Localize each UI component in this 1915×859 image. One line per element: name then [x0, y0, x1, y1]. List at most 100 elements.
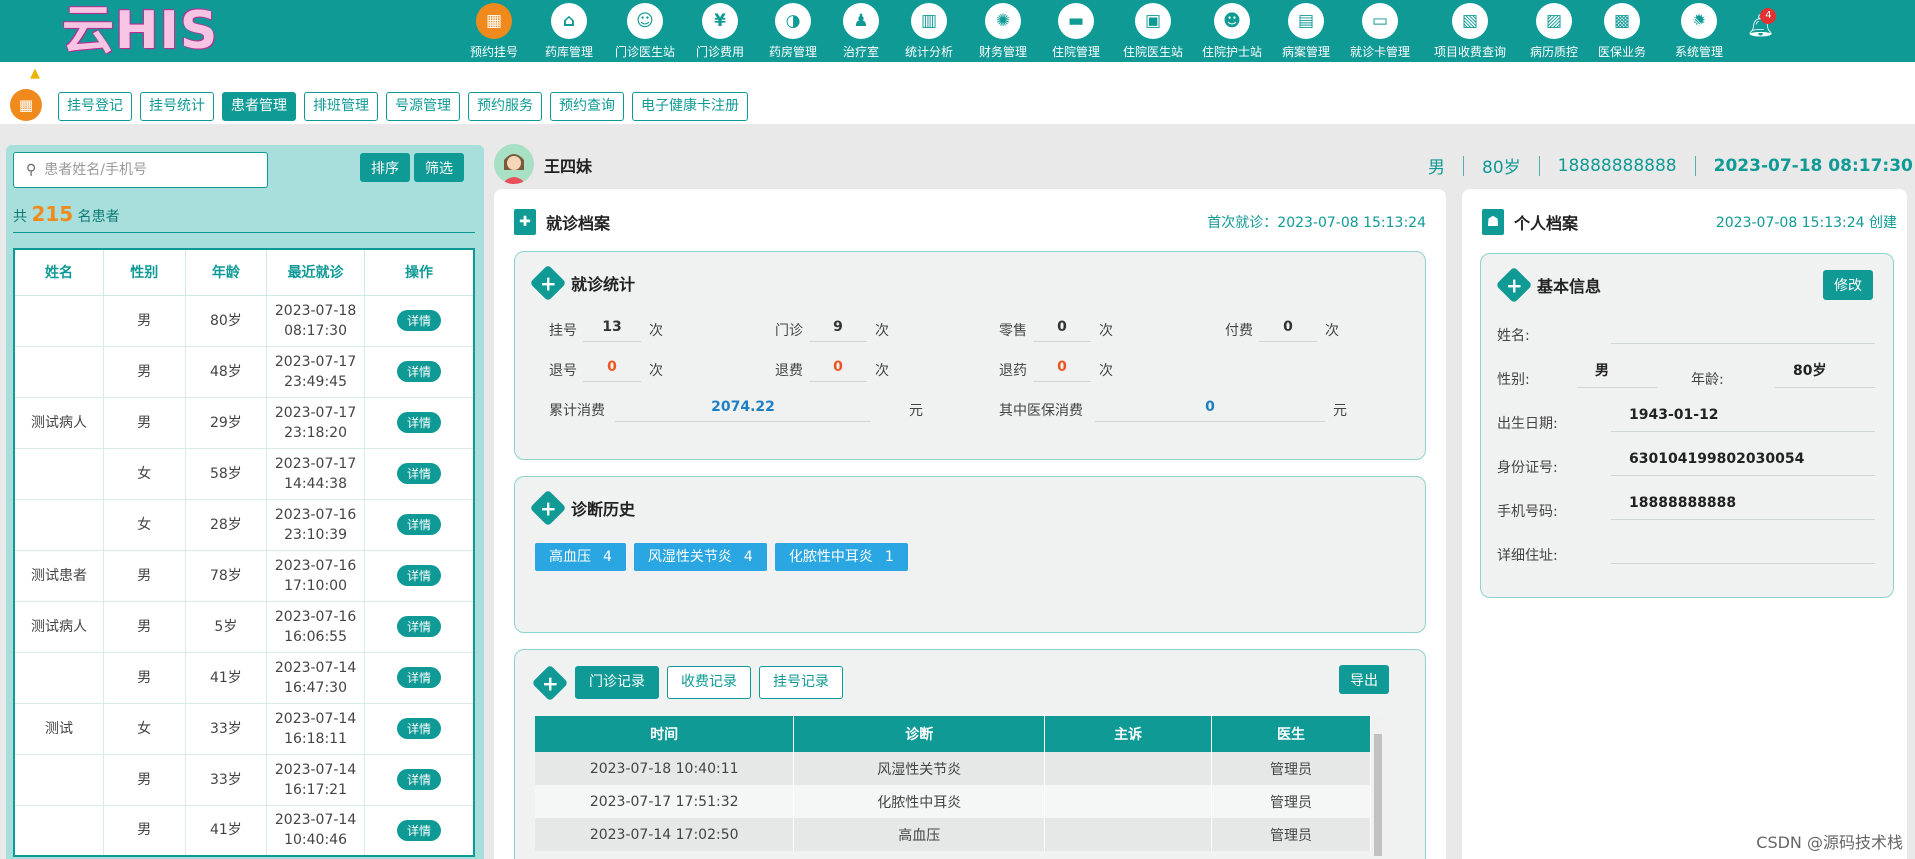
patient-last-visit: 2023-07-18 08:17:30 — [1713, 155, 1913, 176]
diagnosis-tag[interactable]: 风湿性关节炎 4 — [633, 543, 767, 571]
pencil-icon[interactable]: ✎ — [1688, 14, 1706, 39]
patient-name — [13, 345, 105, 398]
subtab-1[interactable]: 挂号统计 — [140, 92, 214, 121]
subtab-2[interactable]: 患者管理 — [222, 92, 296, 121]
patient-name — [13, 651, 105, 704]
table-row[interactable]: 男 33岁 2023-07-14 16:17:21 详情 — [13, 753, 475, 806]
column-header: 年龄 — [184, 248, 268, 296]
records-tab-0[interactable]: 门诊记录 — [575, 666, 659, 699]
table-row[interactable]: 测试女 33岁 2023-07-14 16:18:11 详情 — [13, 702, 475, 755]
subtab-4[interactable]: 号源管理 — [386, 92, 460, 121]
detail-button[interactable]: 详情 — [396, 769, 441, 790]
calendar-icon: ▦ — [476, 3, 512, 39]
nav-item-12[interactable]: ▭ 就诊卡管理 — [1342, 3, 1418, 61]
patient-age: 58岁 — [184, 447, 268, 500]
detail-button[interactable]: 详情 — [396, 819, 441, 841]
detail-button[interactable]: 详情 — [396, 718, 441, 739]
subtab-0[interactable]: 挂号登记 — [58, 92, 132, 121]
visit-stats-title: + 就诊统计 — [529, 264, 635, 302]
records-tab-1[interactable]: 收费记录 — [667, 666, 751, 699]
age-value: 80岁 — [1775, 354, 1875, 388]
nav-item-2[interactable]: ☺ 门诊医生站 — [606, 3, 684, 61]
table-row[interactable]: 2023-07-18 10:40:11 风湿性关节炎 管理员 — [535, 752, 1371, 785]
nurse-station-icon: ☻ — [1214, 3, 1250, 39]
nav-item-10[interactable]: ☻ 住院护士站 — [1194, 3, 1270, 61]
patient-last-visit: 2023-07-14 16:17:21 — [266, 753, 365, 806]
nav-item-4[interactable]: ◑ 药房管理 — [756, 3, 830, 61]
table-row[interactable]: 女 58岁 2023-07-17 14:44:38 详情 — [13, 447, 475, 500]
sub-tabs: 挂号登记 挂号统计 患者管理 排班管理 号源管理 预约服务 预约查询 电子健康卡注册 — [58, 92, 748, 121]
subtab-7[interactable]: 电子健康卡注册 — [632, 92, 748, 121]
nav-item-6[interactable]: ▥ 统计分析 — [892, 3, 966, 61]
table-row[interactable]: 2023-07-14 17:02:50 高血压 管理员 — [535, 818, 1371, 851]
patient-avatar — [494, 144, 534, 184]
detail-button[interactable]: 详情 — [396, 310, 441, 331]
subtab-5[interactable]: 预约服务 — [468, 92, 542, 121]
record-diagnosis: 风湿性关节炎 — [793, 752, 1046, 785]
detail-button[interactable]: 详情 — [396, 514, 441, 535]
subtab-6[interactable]: 预约查询 — [550, 92, 624, 121]
diagnosis-tag[interactable]: 高血压 4 — [535, 543, 626, 571]
nav-item-9[interactable]: ▣ 住院医生站 — [1112, 3, 1194, 61]
detail-button[interactable]: 详情 — [396, 361, 441, 382]
patient-gender: 男 — [103, 600, 186, 653]
table-row[interactable]: 测试病人男 29岁 2023-07-17 23:18:20 详情 — [13, 396, 475, 449]
detail-button[interactable]: 详情 — [396, 412, 441, 433]
nav-item-11[interactable]: ▤ 病案管理 — [1270, 3, 1342, 61]
table-row[interactable]: 男 41岁 2023-07-14 16:47:30 详情 — [13, 651, 475, 704]
patient-summary: 男 80岁 18888888888 2023-07-18 08:17:30 — [1428, 153, 1913, 178]
export-button[interactable]: 导出 — [1339, 665, 1389, 694]
sort-button[interactable]: 排序 — [360, 153, 410, 182]
edit-button[interactable]: 修改 — [1823, 270, 1873, 300]
patient-age: 28岁 — [184, 498, 268, 551]
table-row[interactable]: 男 41岁 2023-07-14 10:40:46 详情 — [13, 804, 475, 857]
notification-bell[interactable]: 🔔︎ 4 — [1746, 8, 1777, 39]
nav-item-0[interactable]: ▦ 预约挂号 — [456, 3, 532, 61]
table-row[interactable]: 测试病人男 5岁 2023-07-16 16:06:55 详情 — [13, 600, 475, 653]
table-row[interactable]: 男 48岁 2023-07-17 23:49:45 详情 — [13, 345, 475, 398]
nav-label: 财务管理 — [978, 45, 1027, 59]
detail-button[interactable]: 详情 — [396, 616, 441, 637]
search-input[interactable] — [44, 162, 245, 178]
table-row[interactable]: 2023-07-17 17:51:32 化脓性中耳炎 管理员 — [535, 785, 1371, 818]
records-table: 时间 诊断 主诉 医生 2023-07-18 10:40:11 风湿性关节炎 管理员 202… — [535, 716, 1371, 851]
id-number-value: 630104199802030054 — [1611, 442, 1875, 476]
warehouse-icon: ⌂ — [551, 3, 587, 39]
table-row[interactable]: 测试患者男 78岁 2023-07-16 17:10:00 详情 — [13, 549, 475, 602]
nav-item-1[interactable]: ⌂ 药库管理 — [532, 3, 606, 61]
nav-item-13[interactable]: ▧ 项目收费查询 — [1418, 3, 1522, 61]
records-scrollbar[interactable] — [1371, 716, 1385, 856]
records-tab-2[interactable]: 挂号记录 — [759, 666, 843, 699]
table-row[interactable]: 女 28岁 2023-07-16 23:10:39 详情 — [13, 498, 475, 551]
basic-info-title: + 基本信息 — [1495, 266, 1601, 304]
visit-time: 23:10:39 — [284, 526, 347, 543]
search-icon: ⚲ — [26, 162, 37, 178]
patient-last-visit: 2023-07-14 10:40:46 — [266, 804, 365, 857]
nav-item-15[interactable]: ▩ 医保业务 — [1586, 3, 1658, 61]
subtab-3[interactable]: 排班管理 — [304, 92, 378, 121]
diagnosis-tag[interactable]: 化脓性中耳炎 1 — [774, 543, 908, 571]
detail-button[interactable]: 详情 — [396, 667, 441, 688]
detail-button[interactable]: 详情 — [396, 463, 441, 484]
nav-item-8[interactable]: ▬ 住院管理 — [1040, 3, 1112, 61]
patient-phone: 18888888888 — [1557, 155, 1677, 176]
patient-name: 测试病人 — [13, 600, 105, 653]
visit-file-title: ✚ 就诊档案 — [514, 209, 610, 235]
nav-item-5[interactable]: ♟ 治疗室 — [830, 3, 892, 61]
patient-actions: 详情 — [363, 753, 475, 806]
table-row[interactable]: 男 80岁 2023-07-18 08:17:30 详情 — [13, 294, 475, 347]
patient-last-visit: 2023-07-14 16:18:11 — [266, 702, 365, 755]
patient-age: 29岁 — [184, 396, 268, 449]
nav-item-14[interactable]: ▨ 病历质控 — [1522, 3, 1586, 61]
detail-button[interactable]: 详情 — [396, 565, 441, 586]
patient-age: 48岁 — [184, 345, 268, 398]
filter-button[interactable]: 筛选 — [414, 153, 464, 182]
nav-label: 统计分析 — [904, 45, 953, 59]
personal-file-title: ☗ 个人档案 — [1482, 209, 1578, 235]
patient-last-visit: 2023-07-17 23:49:45 — [266, 345, 365, 398]
patient-name: 测试病人 — [13, 396, 105, 449]
scrollbar-thumb[interactable] — [1374, 734, 1382, 856]
nav-label: 住院管理 — [1051, 45, 1100, 59]
nav-item-3[interactable]: ¥ 门诊费用 — [684, 3, 756, 61]
nav-item-7[interactable]: ✺ 财务管理 — [966, 3, 1040, 61]
